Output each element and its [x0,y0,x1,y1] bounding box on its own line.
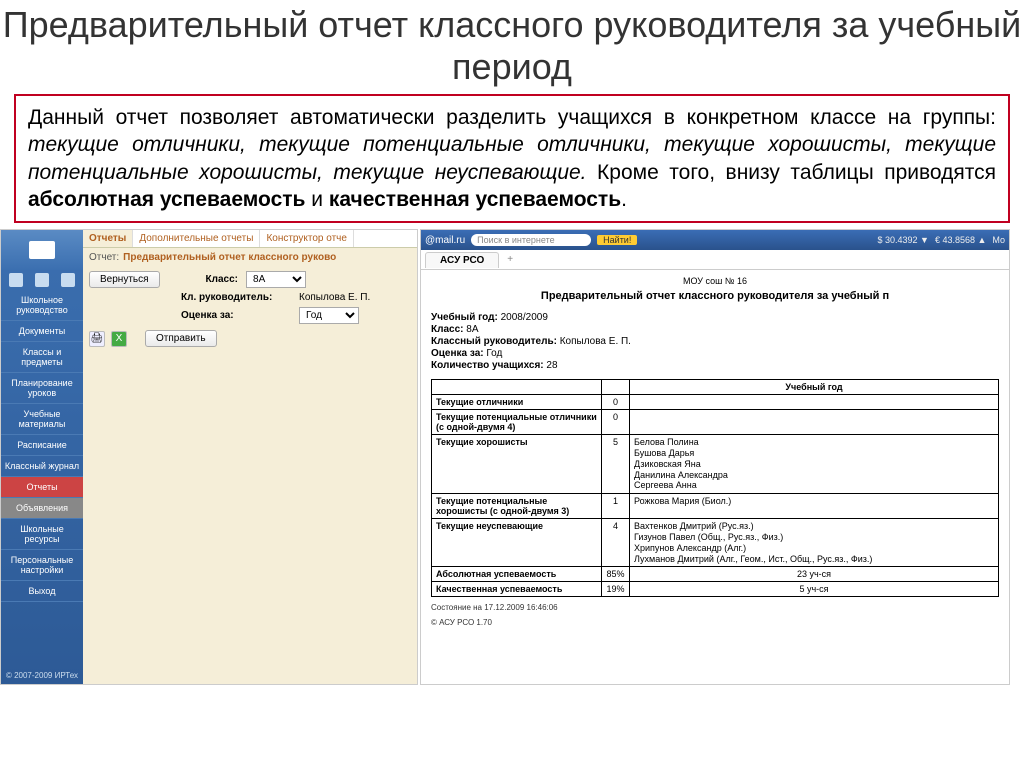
brand-mailru: @mail.ru [425,235,465,246]
class-label: Класс: [206,274,238,285]
app-left-panel: Школьное руководство Документы Классы и … [0,229,418,685]
controls: Вернуться Класс: 8А Кл. руководитель: Ко… [83,267,417,353]
nav-exit[interactable]: Выход [1,581,83,602]
teacher-value: Копылова Е. П. [299,292,370,303]
row-qual-pct: 19% [602,582,630,597]
report-preview-panel: @mail.ru Поиск в интернете Найти! $ 30.4… [420,229,1010,685]
tab-reports[interactable]: Отчеты [83,230,133,247]
teacher-label: Кл. руководитель: [181,292,291,303]
tab-report-constructor[interactable]: Конструктор отче [260,230,354,247]
desc-text-4: . [621,188,627,211]
row-abs-label: Абсолютная успеваемость [432,567,602,582]
browser-toolbar: @mail.ru Поиск в интернете Найти! $ 30.4… [421,230,1009,250]
table-row-names [630,395,999,410]
desc-text-3: и [305,188,328,211]
send-button[interactable]: Отправить [145,330,217,347]
nav-logo [1,230,83,270]
nav-schedule[interactable]: Расписание [1,435,83,456]
report-table: Учебный год Текущие отличники0Текущие по… [431,379,999,597]
table-row-label: Текущие отличники [432,395,602,410]
nav-class-journal[interactable]: Классный журнал [1,456,83,477]
browser-newtab[interactable]: + [499,252,521,267]
table-row-names: Вахтенков Дмитрий (Рус.яз.)Гизунов Павел… [630,519,999,567]
report-title-bar: Отчет: Предварительный отчет классного р… [83,248,417,267]
description-box: Данный отчет позволяет автоматически раз… [14,94,1010,223]
row-abs-pct: 85% [602,567,630,582]
desc-text-1: Данный отчет позволяет автоматически раз… [28,106,996,129]
row-abs-text: 23 уч-ся [630,567,999,582]
nav-school-resources[interactable]: Школьные ресурсы [1,519,83,550]
rate-eur: € 43.8568 ▲ [935,235,986,245]
back-button[interactable]: Вернуться [89,271,160,288]
search-input[interactable]: Поиск в интернете [471,234,591,246]
nav-announcements[interactable]: Объявления [1,498,83,519]
left-main: Отчеты Дополнительные отчеты Конструктор… [83,230,417,684]
report-label: Отчет: [89,252,119,263]
nav-mini-icon-2[interactable] [35,273,49,287]
table-row-count: 0 [602,395,630,410]
col-header-year: Учебный год [630,380,999,395]
nav-classes-subjects[interactable]: Классы и предметы [1,342,83,373]
report-name: Предварительный отчет классного руково [123,252,336,263]
nav-reports[interactable]: Отчеты [1,477,83,498]
nav-documents[interactable]: Документы [1,321,83,342]
table-row-count: 4 [602,519,630,567]
nav-footer: © 2007-2009 ИРТех [1,667,83,684]
table-row-label: Текущие неуспевающие [432,519,602,567]
table-row-label: Текущие потенциальные хорошисты (с одной… [432,494,602,519]
document-body: МОУ сош № 16 Предварительный отчет класс… [421,270,1009,684]
doc-copyright: © АСУ РСО 1.70 [431,618,999,627]
row-qual-label: Качественная успеваемость [432,582,602,597]
nav-school-mgmt[interactable]: Школьное руководство [1,290,83,321]
org-name: МОУ сош № 16 [431,276,999,286]
table-row-names: Белова ПолинаБушова ДарьяДзиковская ЯнаД… [630,435,999,494]
grade-label: Оценка за: [181,310,291,321]
table-row-count: 0 [602,410,630,435]
excel-icon[interactable]: X [111,331,127,347]
desc-bold-1: абсолютная успеваемость [28,188,305,211]
grade-select[interactable]: Год [299,307,359,324]
toolbar-end: Мо [992,235,1005,245]
table-row-label: Текущие хорошисты [432,435,602,494]
desc-text-2: Кроме того, внизу таблицы приводятся [587,161,996,184]
class-select[interactable]: 8А [246,271,306,288]
table-row-names [630,410,999,435]
tab-additional-reports[interactable]: Дополнительные отчеты [133,230,260,247]
tabs-bar: Отчеты Дополнительные отчеты Конструктор… [83,230,417,248]
table-row-names: Рожкова Мария (Биол.) [630,494,999,519]
doc-timestamp: Состояние на 17.12.2009 16:46:06 [431,603,999,612]
row-qual-text: 5 уч-ся [630,582,999,597]
browser-tabbar: АСУ РСО + [421,250,1009,270]
nav-mini-icon-1[interactable] [9,273,23,287]
doc-meta: Учебный год: 2008/2009 Класс: 8А Классны… [431,312,999,371]
desc-bold-2: качественная успеваемость [329,188,621,211]
table-row-label: Текущие потенциальные отличники (с одной… [432,410,602,435]
rate-usd: $ 30.4392 ▼ [877,235,928,245]
side-nav: Школьное руководство Документы Классы и … [1,230,83,684]
nav-materials[interactable]: Учебные материалы [1,404,83,435]
nav-personal-settings[interactable]: Персональные настройки [1,550,83,581]
browser-tab-asu[interactable]: АСУ РСО [425,252,499,268]
table-row-count: 5 [602,435,630,494]
nav-lesson-planning[interactable]: Планирование уроков [1,373,83,404]
doc-title: Предварительный отчет классного руководи… [431,290,999,302]
slide-title: Предварительный отчет классного руководи… [0,0,1024,90]
print-icon[interactable]: 🖨 [89,331,105,347]
nav-mini-icon-3[interactable] [61,273,75,287]
table-row-count: 1 [602,494,630,519]
search-go-button[interactable]: Найти! [597,235,637,245]
